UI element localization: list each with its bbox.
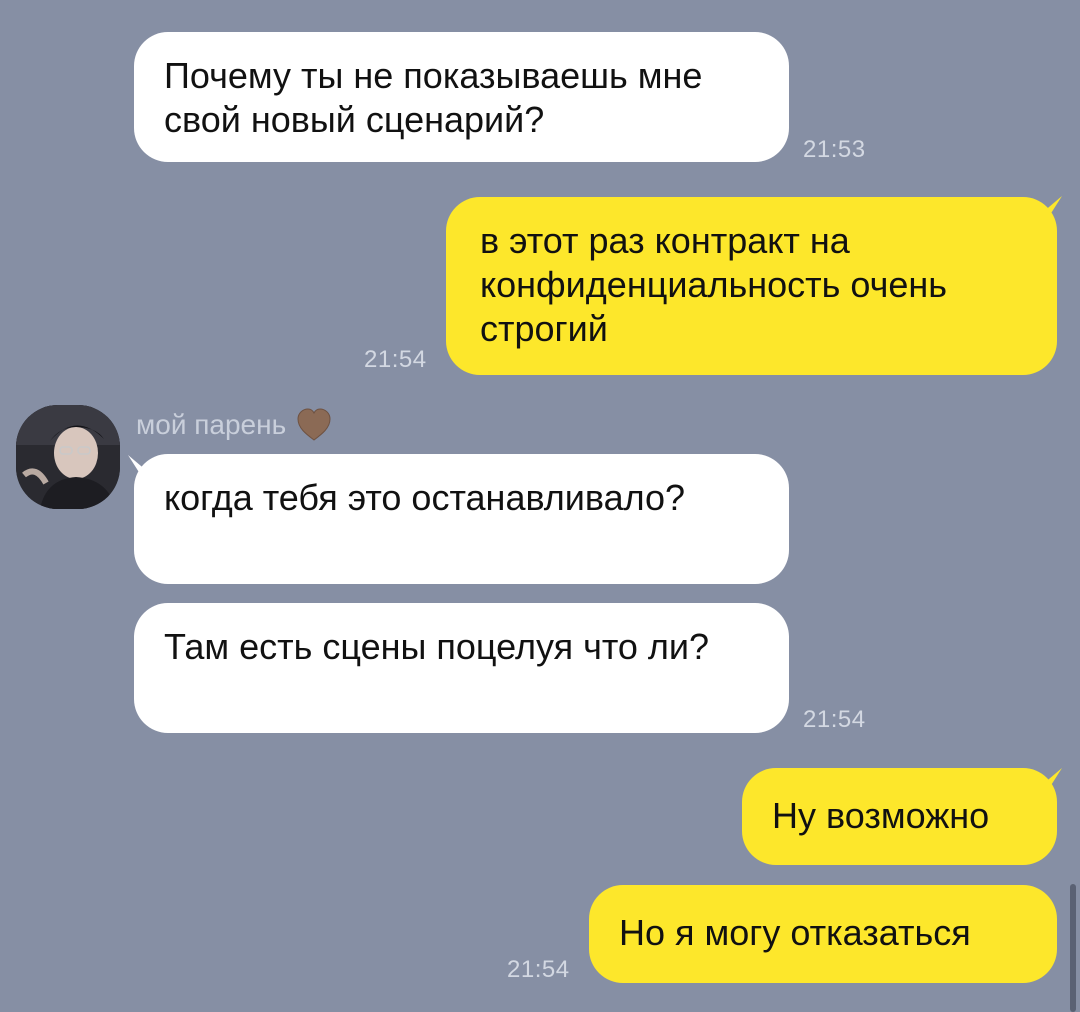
message-text: Но я могу отказаться [619,912,971,953]
message-timestamp: 21:54 [364,346,427,373]
message-timestamp: 21:53 [803,136,866,163]
scrollbar[interactable] [1070,884,1076,1012]
message-bubble-incoming[interactable]: Почему ты не показываешь мне свой новый … [134,32,789,162]
message-bubble-outgoing[interactable]: Но я могу отказаться [589,885,1057,983]
message-text: в этот раз контракт на конфиденциальност… [480,220,947,349]
message-timestamp: 21:54 [803,706,866,733]
message-text: Почему ты не показываешь мне свой новый … [164,55,703,140]
sender-name-row: мой парень [136,408,332,442]
message-bubble-outgoing[interactable]: в этот раз контракт на конфиденциальност… [446,197,1057,375]
message-bubble-incoming[interactable]: когда тебя это останавливало? [134,454,789,584]
avatar-photo [16,405,120,509]
sender-name: мой парень [136,409,287,440]
message-bubble-incoming[interactable]: Там есть сцены поцелуя что ли? [134,603,789,733]
message-text: когда тебя это останавливало? [164,477,686,518]
contact-avatar[interactable] [16,405,120,509]
message-bubble-outgoing[interactable]: Ну возможно [742,768,1057,865]
message-text: Там есть сцены поцелуя что ли? [164,626,710,667]
message-timestamp: 21:54 [507,956,570,983]
brown-heart-icon [297,408,331,441]
message-text: Ну возможно [772,795,990,836]
chat-area[interactable]: Почему ты не показываешь мне свой новый … [0,0,1080,1012]
